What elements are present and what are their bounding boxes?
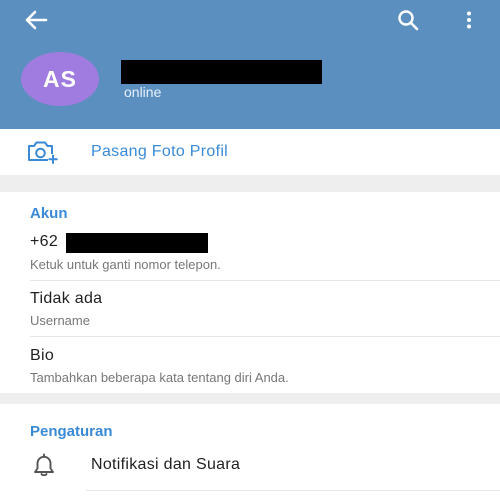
online-status: online: [124, 84, 162, 100]
profile-header: AS online: [0, 0, 500, 129]
phone-hint: Ketuk untuk ganti nomor telepon.: [30, 257, 221, 272]
avatar-initials: AS: [43, 65, 77, 92]
search-button[interactable]: [393, 6, 423, 34]
bio-hint: Tambahkan beberapa kata tentang diri And…: [30, 370, 289, 385]
set-profile-photo-button[interactable]: Pasang Foto Profil: [0, 129, 500, 175]
username-label: Username: [30, 313, 90, 328]
profile-name-redacted: [121, 60, 322, 84]
username-value: Tidak ada: [30, 290, 103, 307]
set-profile-photo-label: Pasang Foto Profil: [91, 143, 229, 160]
phone-number-redacted: [66, 233, 208, 253]
section-separator: [0, 393, 500, 404]
divider: [30, 336, 500, 337]
phone-prefix: +62: [30, 233, 59, 250]
arrow-left-icon: [25, 10, 48, 30]
bio-value: Bio: [30, 347, 55, 364]
notifications-label: Notifikasi dan Suara: [91, 456, 241, 473]
more-options-button[interactable]: [458, 6, 480, 34]
settings-section-title: Pengaturan: [30, 423, 113, 440]
camera-add-icon: [28, 141, 58, 164]
account-section-title: Akun: [30, 205, 68, 222]
divider: [30, 280, 500, 281]
divider: [86, 490, 500, 491]
more-vertical-icon: [467, 11, 471, 29]
avatar[interactable]: AS: [21, 52, 99, 106]
back-button[interactable]: [20, 6, 52, 34]
bell-icon: [34, 453, 54, 477]
section-separator: [0, 175, 500, 192]
search-icon: [398, 10, 419, 31]
